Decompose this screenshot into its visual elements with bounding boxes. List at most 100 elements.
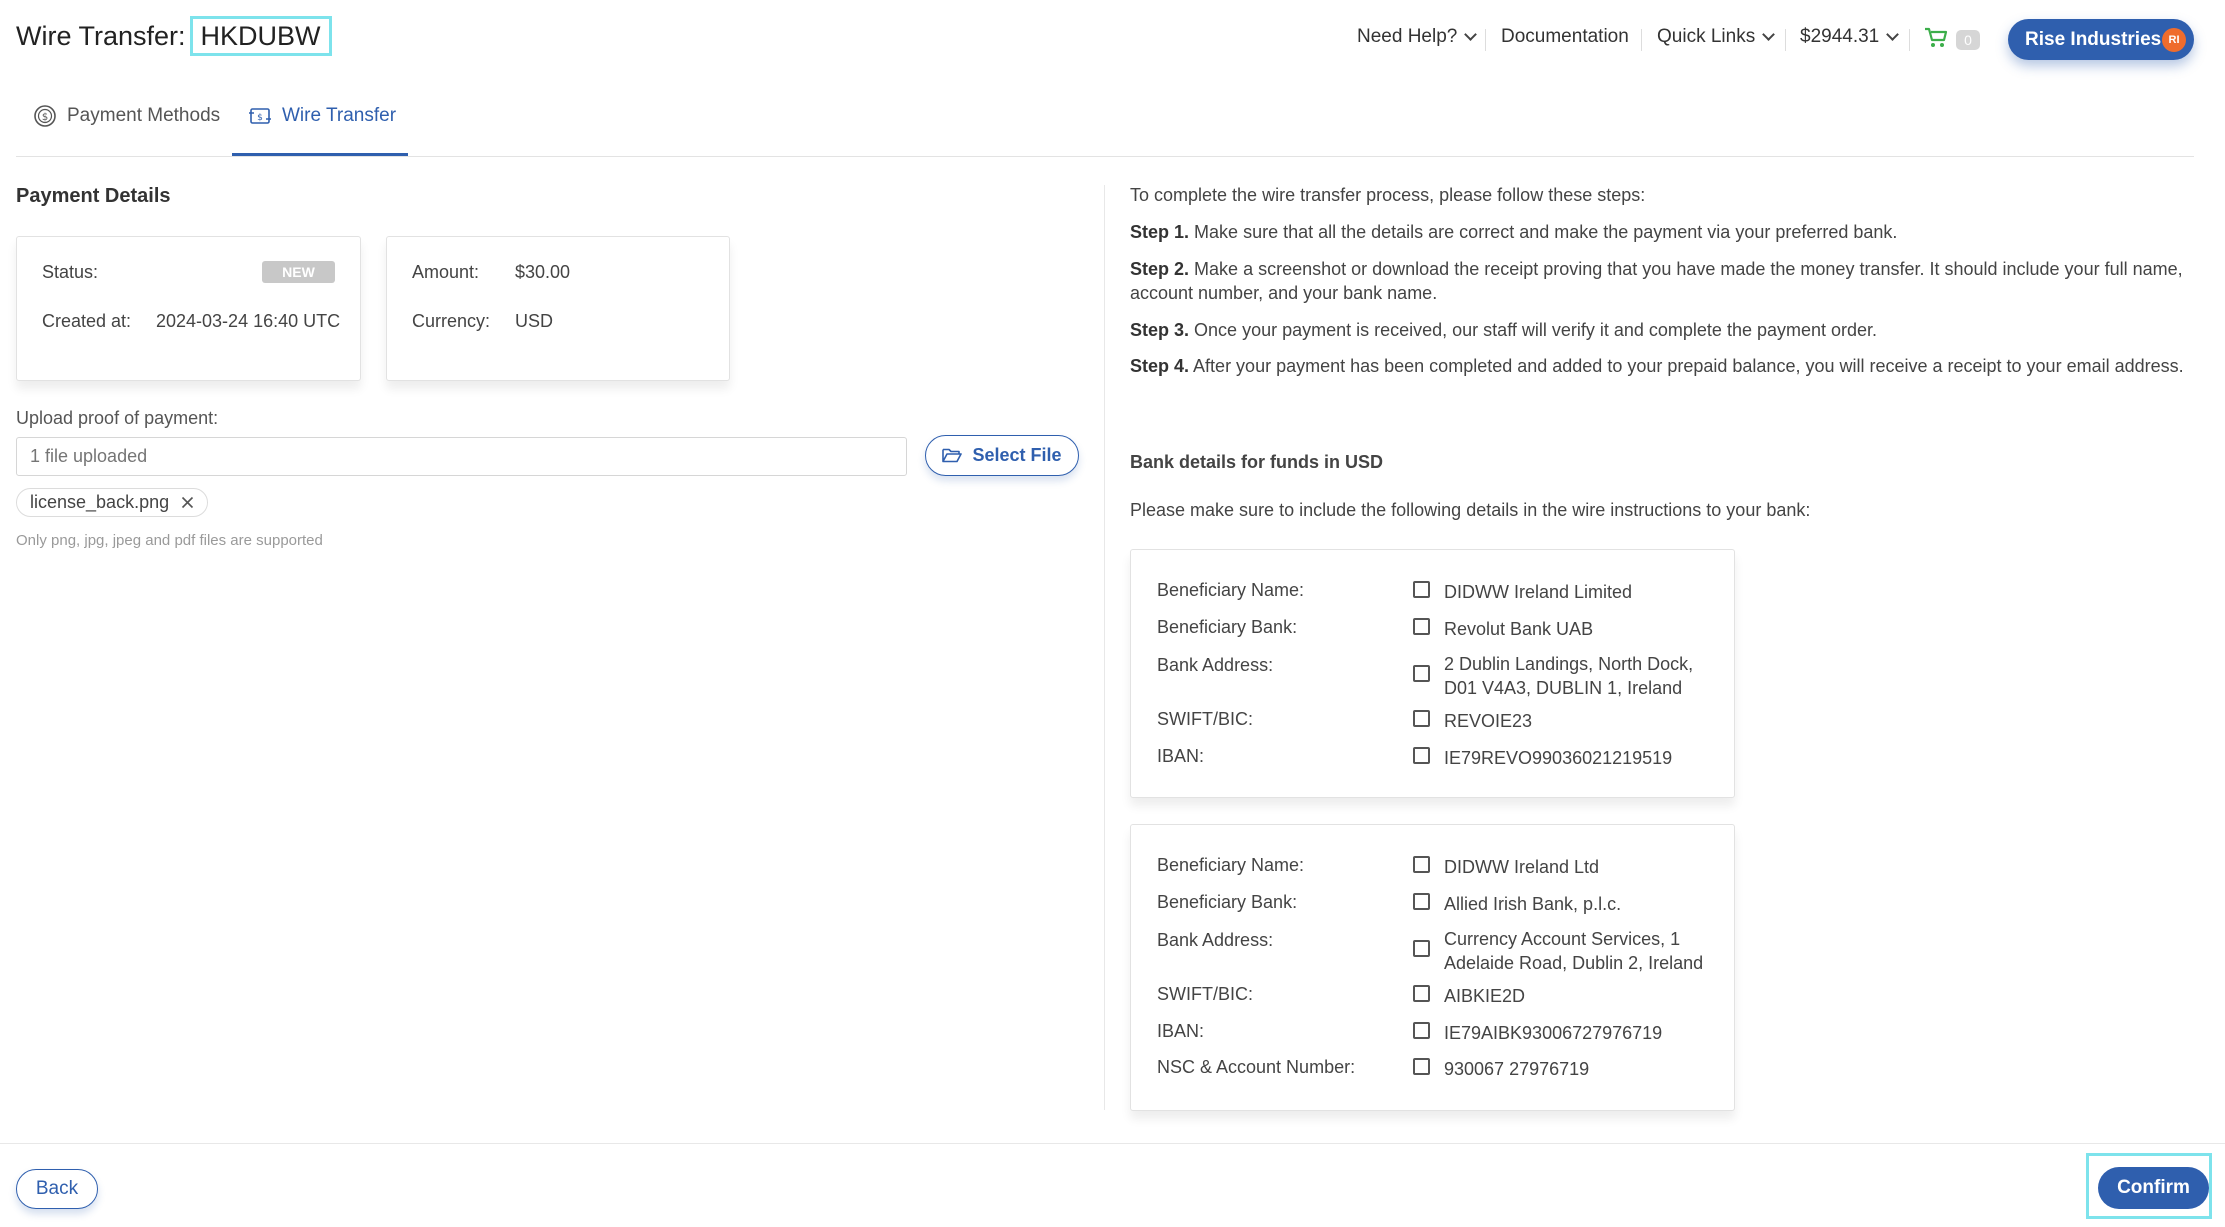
svg-text:$: $ (42, 112, 48, 123)
copy-icon[interactable] (1413, 581, 1430, 598)
iban-value: IE79REVO99036021219519 (1444, 748, 1673, 768)
instructions-intro: To complete the wire transfer process, p… (1130, 185, 1646, 205)
nav-divider (1785, 29, 1786, 51)
close-icon[interactable] (181, 496, 194, 509)
page-title-prefix: Wire Transfer: (16, 20, 186, 51)
step-text: Once your payment is received, our staff… (1194, 320, 1878, 340)
copy-icon[interactable] (1413, 985, 1430, 1002)
bank-address-label: Bank Address: (1157, 655, 1274, 675)
upload-input[interactable] (16, 437, 907, 476)
tabs-divider (16, 156, 2194, 157)
need-help-menu[interactable]: Need Help? (1357, 26, 1478, 48)
payment-details-heading: Payment Details (16, 185, 171, 207)
beneficiary-name-label: Beneficiary Name: (1157, 855, 1305, 875)
tab-payment-methods-label: Payment Methods (67, 105, 221, 126)
chevron-down-icon (1464, 28, 1478, 41)
amount-value: $30.00 (515, 262, 571, 282)
nav-divider (1641, 29, 1642, 51)
balance-menu[interactable]: $2944.31 (1800, 26, 1900, 48)
confirm-button[interactable]: Confirm (2098, 1167, 2209, 1209)
copy-icon[interactable] (1413, 618, 1430, 635)
cart-count-badge: 0 (1956, 30, 1980, 50)
bank-account-card: Beneficiary Name: DIDWW Ireland Limited … (1130, 549, 1735, 798)
nsc-account-label: NSC & Account Number: (1157, 1057, 1356, 1077)
beneficiary-bank-value: Allied Irish Bank, p.l.c. (1444, 894, 1622, 914)
currency-value: USD (515, 311, 554, 331)
select-file-button[interactable]: Select File (925, 435, 1079, 476)
beneficiary-bank-label: Beneficiary Bank: (1157, 617, 1298, 637)
bank-address-value: Currency Account Services, 1 Adelaide Ro… (1444, 929, 1704, 973)
bank-account-card: Beneficiary Name: DIDWW Ireland Ltd Bene… (1130, 824, 1735, 1111)
page-title: Wire Transfer: HKDUBW (16, 16, 332, 56)
beneficiary-name-label: Beneficiary Name: (1157, 580, 1305, 600)
copy-icon[interactable] (1413, 856, 1430, 873)
chevron-down-icon (1886, 28, 1900, 41)
uploaded-file-chip: license_back.png (16, 488, 209, 517)
quick-links-label: Quick Links (1657, 26, 1756, 47)
instruction-step: Step 3. Once your payment is received, o… (1130, 318, 2190, 342)
uploaded-file-name: license_back.png (30, 492, 170, 512)
quick-links-menu[interactable]: Quick Links (1657, 26, 1776, 48)
copy-icon[interactable] (1413, 665, 1430, 682)
select-file-label: Select File (972, 445, 1062, 465)
copy-icon[interactable] (1413, 940, 1430, 957)
footer-divider (0, 1143, 2225, 1144)
beneficiary-name-value: DIDWW Ireland Ltd (1444, 857, 1600, 877)
swift-bic-label: SWIFT/BIC: (1157, 984, 1253, 1004)
back-button[interactable]: Back (16, 1169, 98, 1209)
amount-label: Amount: (412, 262, 480, 282)
dollar-circle-icon: $ (34, 105, 56, 127)
step-label: Step 3. (1130, 320, 1190, 340)
copy-icon[interactable] (1413, 747, 1430, 764)
nsc-account-value: 930067 27976719 (1444, 1059, 1590, 1079)
status-card (16, 236, 361, 381)
instruction-step: Step 4. After your payment has been comp… (1130, 354, 2190, 378)
swift-bic-value: AIBKIE2D (1444, 986, 1526, 1006)
beneficiary-name-value: DIDWW Ireland Limited (1444, 582, 1633, 602)
user-menu-button[interactable]: Rise Industries RI (2008, 19, 2194, 60)
nav-divider (1485, 29, 1486, 51)
column-divider (1104, 185, 1105, 1110)
iban-label: IBAN: (1157, 1021, 1205, 1041)
instruction-step: Step 2. Make a screenshot or download th… (1130, 257, 2190, 305)
status-label: Status: (42, 262, 99, 282)
beneficiary-bank-value: Revolut Bank UAB (1444, 619, 1594, 639)
instruction-step: Step 1. Make sure that all the details a… (1130, 220, 2190, 244)
swift-bic-label: SWIFT/BIC: (1157, 709, 1253, 729)
copy-icon[interactable] (1413, 1058, 1430, 1075)
copy-icon[interactable] (1413, 710, 1430, 727)
step-text: After your payment has been completed an… (1193, 356, 2184, 376)
step-label: Step 2. (1130, 259, 1190, 279)
bank-details-note: Please make sure to include the followin… (1130, 500, 1811, 520)
beneficiary-bank-label: Beneficiary Bank: (1157, 892, 1298, 912)
chevron-down-icon (1762, 28, 1776, 41)
cart-icon[interactable] (1924, 27, 1948, 49)
created-at-label: Created at: (42, 311, 132, 331)
bank-address-value: 2 Dublin Landings, North Dock, D01 V4A3,… (1444, 654, 1694, 698)
transfer-code: HKDUBW (189, 16, 332, 56)
step-label: Step 1. (1130, 222, 1190, 242)
swift-bic-value: REVOIE23 (1444, 711, 1533, 731)
upload-label: Upload proof of payment: (16, 408, 219, 428)
step-label: Step 4. (1130, 356, 1190, 376)
copy-icon[interactable] (1413, 1022, 1430, 1039)
documentation-label: Documentation (1501, 26, 1629, 47)
bank-details-heading: Bank details for funds in USD (1130, 452, 1384, 472)
documentation-link[interactable]: Documentation (1501, 26, 1629, 48)
iban-value: IE79AIBK93006727976719 (1444, 1023, 1663, 1043)
step-text: Make sure that all the details are corre… (1194, 222, 1898, 242)
user-name: Rise Industries (2025, 28, 2162, 50)
folder-open-icon (942, 448, 963, 463)
status-badge: NEW (262, 261, 335, 283)
tab-wire-transfer-label: Wire Transfer (282, 105, 397, 126)
copy-icon[interactable] (1413, 893, 1430, 910)
created-at-value: 2024-03-24 16:40 UTC (156, 311, 341, 331)
tab-payment-methods[interactable]: $ Payment Methods (33, 104, 220, 128)
bank-address-label: Bank Address: (1157, 930, 1274, 950)
tab-wire-transfer[interactable]: $ Wire Transfer (248, 104, 396, 128)
money-transfer-icon: $ (249, 108, 271, 124)
step-text: Make a screenshot or download the receip… (1130, 259, 2183, 303)
nav-divider (1909, 29, 1910, 51)
avatar: RI (2162, 28, 2186, 52)
amount-card (386, 236, 730, 381)
